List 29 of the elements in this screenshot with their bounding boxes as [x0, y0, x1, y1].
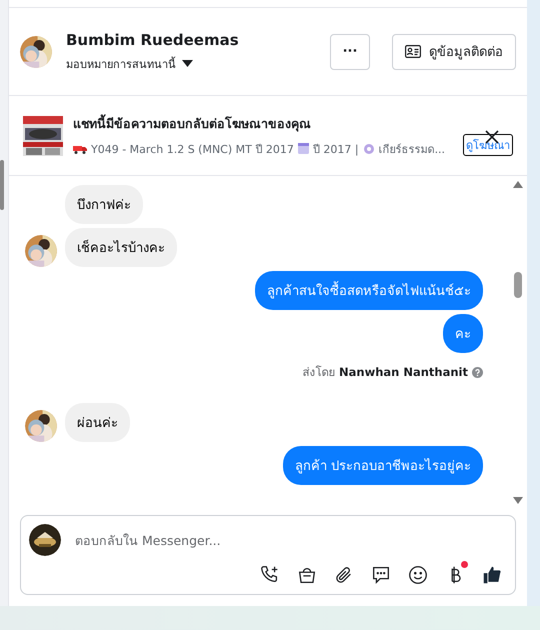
more-button[interactable]: ···: [330, 34, 370, 70]
contact-info-button[interactable]: ดูข้อมูลติดต่อ: [392, 34, 516, 70]
ad-detail: Y049 - March 1.2 S (MNC) MT ปี 2017: [91, 142, 294, 158]
message-bubble: ผ่อนค่ะ: [65, 403, 130, 442]
message-bubble: คะ: [443, 314, 483, 353]
emoji-icon[interactable]: [407, 564, 429, 586]
ad-detail: ปี 2017 |: [312, 142, 359, 158]
thumbs-up-icon[interactable]: [481, 564, 503, 586]
message-bubble: ลูกค้าสนใจซื้อสดหรือจัดไฟแน้นช์๕ะ: [255, 271, 483, 310]
id-card-icon: [405, 45, 421, 58]
scrollbar[interactable]: [0, 160, 4, 210]
message-bubble: เช็คอะไรบ้างคะ: [65, 228, 177, 267]
scroll-down-arrow-icon[interactable]: [513, 497, 523, 505]
scrollbar-thumb[interactable]: [514, 272, 522, 298]
gear-icon: [362, 142, 375, 154]
message-bubble: บึงกาฟค่ะ: [65, 185, 143, 224]
calendar-icon: [298, 143, 309, 154]
contact-name: Bumbim Ruedeemas: [66, 30, 240, 48]
help-icon[interactable]: [472, 366, 483, 378]
view-ad-link[interactable]: ดูโฆษณา: [463, 134, 513, 156]
ad-reply-title: แชทนี้มีข้อความตอบกลับต่อโฆษณาของคุณ: [73, 114, 312, 134]
message-bubble: ลูกค้า ประกอบอาชีพอะไรอยู่คะ: [282, 446, 483, 485]
ad-detail: เกียร์ธรรมด...: [378, 142, 446, 158]
chat-icon[interactable]: [370, 564, 392, 586]
scroll-up-arrow-icon[interactable]: [513, 180, 523, 188]
truck-icon: [73, 144, 87, 154]
assign-conversation-dropdown[interactable]: มอบหมายการสนทนานี้: [66, 54, 176, 72]
sent-by-label: ส่งโดย Nanwhan Nanthanit: [302, 364, 468, 381]
caret-icon[interactable]: [182, 60, 193, 67]
